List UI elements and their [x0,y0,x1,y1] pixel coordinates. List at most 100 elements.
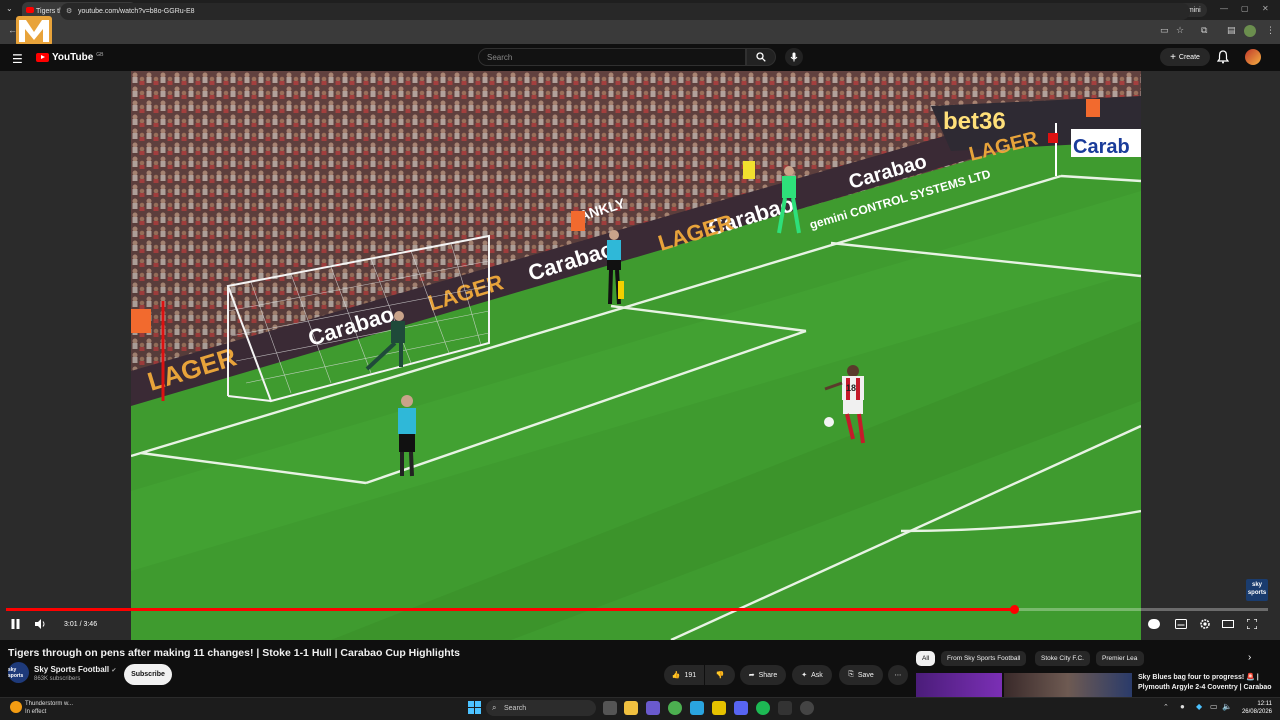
dislike-button[interactable]: 👎 [705,665,735,685]
channel-watermark: sky sports [1246,579,1268,601]
share-icon: ➦ [748,672,755,679]
clock-date: 26/08/2026 [1241,709,1272,715]
windows-start-icon[interactable] [468,701,481,714]
discord-icon[interactable] [734,701,748,715]
ask-button[interactable]: ✦ Ask [792,665,832,685]
file-explorer-icon[interactable] [624,701,638,715]
maximize-icon[interactable]: ▢ [1241,4,1249,13]
chip-premier-league[interactable]: Premier Lea [1096,651,1144,666]
pause-button[interactable] [11,619,20,632]
video-title: Tigers through on pens after making 11 c… [8,647,461,659]
sparkle-icon: ✦ [801,672,808,679]
channel-avatar[interactable]: sky sports [8,662,29,683]
minimize-icon[interactable]: — [1220,4,1228,13]
ball [824,417,834,427]
volume-icon [35,619,45,629]
profile-avatar[interactable] [1244,25,1256,37]
search-icon [756,52,766,62]
create-button[interactable]: + Create [1160,48,1210,66]
voice-search-button[interactable] [785,48,803,66]
subscriber-count: 863K subscribers [34,676,81,682]
network-icon[interactable]: ▭ [1210,702,1218,711]
hamburger-menu-icon[interactable]: ☰ [12,52,23,66]
volume-button[interactable] [35,619,47,632]
search-button[interactable] [746,48,776,66]
subtitles-button[interactable] [1175,619,1187,632]
fullscreen-icon [1246,618,1258,630]
create-label: Create [1178,53,1200,61]
chip-all[interactable]: All [916,651,936,666]
cast-icon[interactable]: ▭ [1160,25,1169,36]
url-field[interactable]: ⚙ youtube.com/watch?v=b8o-GGRu-E8 [60,3,1190,20]
tray-overflow-icon[interactable]: ⌃ [1163,703,1169,711]
speaker-icon[interactable]: 🔈 [1222,702,1232,711]
like-button[interactable]: 👍 191 [664,665,704,685]
channel-name-text: Sky Sports Football [34,665,110,674]
weather-widget[interactable]: Thunderstorm w... In effect [10,700,73,716]
save-button[interactable]: ⎘ Save [839,665,883,685]
bookmark-icon: ⎘ [848,671,854,678]
app-icon-4[interactable] [800,701,814,715]
football-match-scene: bet36 Carab Carabao LAGER gemini CONTROL… [131,71,1141,640]
search-icon: ⌕ [492,703,497,712]
microphone-icon [790,52,798,62]
thumbs-down-icon: 👎 [715,672,725,679]
url-text: youtube.com/watch?v=b8o-GGRu-E8 [78,8,195,15]
bookmark-star-icon[interactable]: ☆ [1176,25,1184,36]
related-video-title[interactable]: Sky Blues bag four to progress! 🚨 | Plym… [1138,673,1280,693]
weather-alert-icon [10,701,22,713]
app-icon-2[interactable] [712,701,726,715]
search-input[interactable]: Search [478,48,746,66]
hoarding-carabao-corner: Carab [1073,136,1130,158]
autoplay-toggle[interactable] [1148,619,1160,629]
fullscreen-button[interactable] [1246,618,1258,632]
taskbar-search-label: Search [504,704,527,712]
chip-from-channel[interactable]: From Sky Sports Football [941,651,1027,666]
mj-logo-watermark [16,16,52,46]
extensions-icon[interactable]: ⧉ [1201,25,1207,36]
clock-time: 12:11 [1257,701,1272,707]
app-icon-3[interactable] [778,701,792,715]
site-info-icon[interactable]: ⚙ [66,7,72,15]
player-number: 18 [846,383,856,393]
weather-subtitle: In effect [25,709,47,715]
telegram-icon[interactable] [690,701,704,715]
region-code: GB [96,51,104,58]
chrome-icon[interactable] [668,701,682,715]
spotify-icon[interactable] [756,701,770,715]
taskbar-search[interactable]: ⌕ Search [486,700,596,716]
progress-played [6,608,1015,611]
task-view-icon[interactable] [603,701,617,715]
taskbar-clock[interactable]: 12:11 26/08/2026 [1232,700,1272,716]
chip-stoke-city[interactable]: Stoke City F.C. [1035,651,1090,666]
account-avatar[interactable] [1245,49,1261,65]
pause-icon [11,619,20,629]
more-actions-button[interactable]: ⋯ [888,665,908,685]
thumbs-up-icon: 👍 [671,672,681,679]
video-frame[interactable]: bet36 Carab Carabao LAGER gemini CONTROL… [131,71,1141,640]
tray-icon-1[interactable]: ● [1180,702,1185,711]
address-bar-row [0,20,1280,44]
tray-icon-2[interactable]: ◆ [1196,702,1202,711]
verified-icon: ✔ [111,668,117,674]
theater-mode-button[interactable] [1222,619,1234,632]
related-thumbnail-1[interactable] [916,673,1002,697]
settings-button[interactable] [1199,618,1211,633]
youtube-logo[interactable]: YouTube GB [36,52,104,63]
browser-menu-icon[interactable]: ⋮ [1266,25,1275,36]
sidebar-icon[interactable]: ▤ [1227,25,1236,36]
windows-taskbar [0,697,1280,720]
chevron-right-icon[interactable]: › [1248,652,1251,663]
channel-name[interactable]: Sky Sports Football ✔ [34,665,116,674]
app-icon-1[interactable] [646,701,660,715]
plus-icon: + [1170,51,1176,63]
close-window-icon[interactable]: ✕ [1262,4,1269,13]
ask-label: Ask [811,671,823,679]
tab-list-icon[interactable]: ⌄ [6,4,13,13]
related-thumbnail-2[interactable] [1004,673,1132,697]
share-button[interactable]: ➦ Share [740,665,786,685]
notifications-bell-icon[interactable] [1217,50,1229,64]
youtube-favicon-icon [26,7,34,13]
subtitles-icon [1175,619,1187,629]
subscribe-button[interactable]: Subscribe [124,664,172,685]
